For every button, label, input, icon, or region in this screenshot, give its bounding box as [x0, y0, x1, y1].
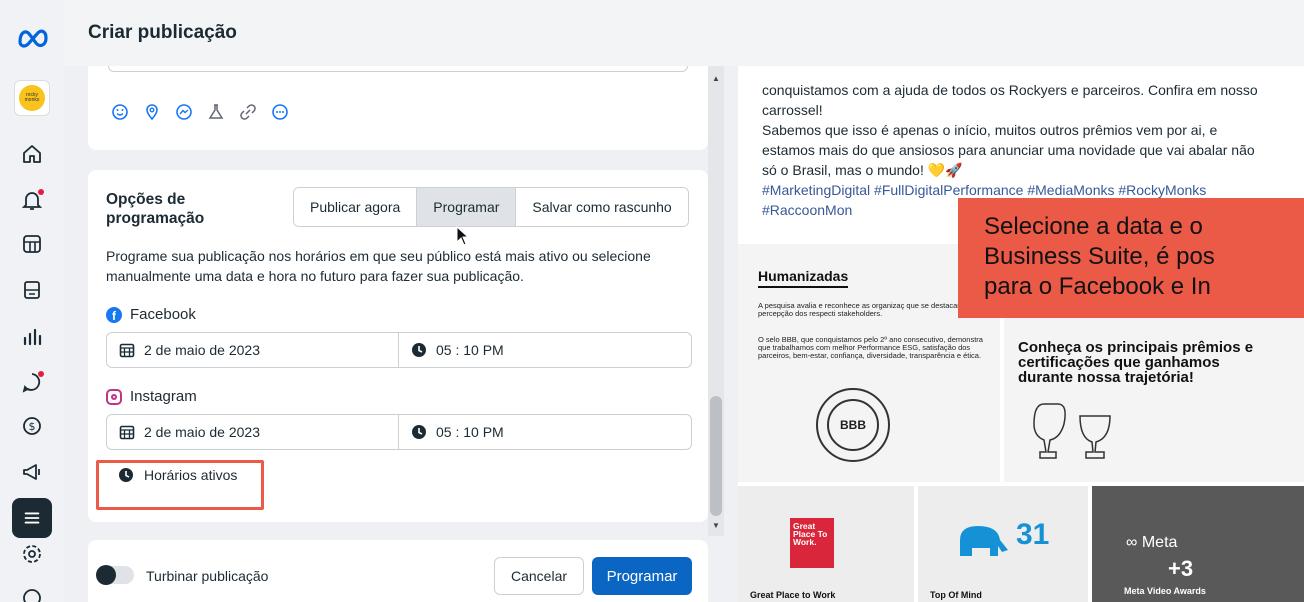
monetization-icon[interactable]: $ [20, 414, 44, 438]
facebook-date-value: 2 de maio de 2023 [144, 342, 260, 358]
top-of-mind-number: 31 [1016, 518, 1050, 551]
caption-line-1: conquistamos com a ajuda de todos os Roc… [762, 82, 1258, 118]
facebook-date-field[interactable]: 2 de maio de 2023 [107, 333, 399, 367]
active-hours-highlight [96, 460, 264, 510]
tutorial-overlay-text: Selecione a data e o Business Suite, é p… [984, 213, 1215, 300]
ads-icon[interactable] [20, 460, 44, 484]
top-of-mind-tile[interactable]: 31 Top Of Mind [918, 486, 1088, 602]
more-slides-count: +3 [1168, 556, 1194, 581]
facebook-icon: f [106, 306, 122, 323]
page-avatar[interactable]: rocky monks [14, 80, 50, 116]
svg-text:$: $ [29, 420, 36, 433]
instagram-date-value: 2 de maio de 2023 [144, 424, 260, 440]
meta-awards-tile[interactable]: ∞ Meta +3 Meta Video Awards [1092, 486, 1304, 602]
scroll-up-icon[interactable]: ▲ [712, 74, 720, 83]
home-icon[interactable] [20, 142, 44, 166]
top-of-mind-caption: Top Of Mind [930, 590, 982, 600]
instagram-date-field[interactable]: 2 de maio de 2023 [107, 415, 399, 449]
instagram-time-value: 05 : 10 PM [436, 424, 504, 440]
settings-icon[interactable] [20, 542, 44, 566]
inbox-icon[interactable] [20, 370, 44, 394]
messenger-icon[interactable] [174, 102, 194, 122]
insights-icon[interactable] [20, 324, 44, 348]
avatar-logo: rocky monks [19, 85, 45, 111]
planner-icon[interactable] [20, 278, 44, 302]
scheduling-title: Opções de programação [106, 191, 205, 227]
clock-icon [412, 343, 426, 357]
boost-toggle[interactable] [96, 565, 134, 585]
form-scrollbar[interactable]: ▲ ▼ [708, 66, 724, 536]
gptw-caption: Great Place to Work [750, 590, 836, 600]
bbb-seal-icon: BBB [816, 388, 890, 462]
cancel-button[interactable]: Cancelar [494, 557, 584, 595]
calendar-icon [119, 425, 135, 440]
publish-now-button[interactable]: Publicar agora [294, 188, 418, 226]
emoji-icon[interactable] [110, 102, 130, 122]
humanizadas-text-2: O selo BBB, que conquistamos pelo 2º ano… [758, 335, 983, 360]
help-icon[interactable] [20, 586, 44, 602]
clock-icon [412, 425, 426, 439]
content-icon[interactable] [20, 232, 44, 256]
instagram-section-label: Instagram [106, 388, 197, 405]
facebook-datetime-row: 2 de maio de 2023 05 : 10 PM [106, 332, 692, 368]
meta-logo-text: ∞ Meta [1126, 534, 1178, 551]
instagram-icon [106, 388, 122, 405]
bbb-label: BBB [827, 399, 879, 451]
facebook-label: Facebook [130, 306, 196, 323]
form-footer: Turbinar publicação Cancelar Programar [88, 540, 708, 602]
scrollbar-thumb[interactable] [710, 396, 722, 516]
instagram-time-field[interactable]: 05 : 10 PM [399, 415, 504, 449]
calendar-icon [119, 343, 135, 358]
text-input-bottom[interactable] [108, 66, 688, 72]
inbox-badge [38, 371, 44, 377]
meta-awards-caption: Meta Video Awards [1124, 586, 1206, 596]
post-preview: conquistamos com a ajuda de todos os Roc… [738, 66, 1304, 602]
schedule-submit-button[interactable]: Programar [592, 557, 692, 595]
link-icon[interactable] [238, 102, 258, 122]
humanizadas-title: Humanizadas [758, 268, 849, 288]
lab-icon[interactable] [206, 102, 226, 122]
composer-toolbar [110, 102, 290, 122]
save-draft-button[interactable]: Salvar como rascunho [516, 188, 688, 226]
publish-mode-selector: Publicar agora Programar Salvar como ras… [293, 187, 689, 227]
scroll-down-icon[interactable]: ▼ [712, 521, 720, 530]
facebook-section-label: f Facebook [106, 306, 196, 323]
meta-logo-icon[interactable] [16, 26, 50, 48]
gptw-tile[interactable]: Great Place To Work. Great Place to Work [738, 486, 914, 602]
facebook-time-value: 05 : 10 PM [436, 342, 504, 358]
menu-icon[interactable] [12, 498, 52, 538]
instagram-label: Instagram [130, 388, 197, 405]
page-title: Criar publicação [88, 22, 237, 43]
humanizadas-text-1: A pesquisa avalia e reconhece as organiz… [758, 301, 974, 318]
instagram-datetime-row: 2 de maio de 2023 05 : 10 PM [106, 414, 692, 450]
notifications-icon[interactable] [20, 188, 44, 212]
left-navigation-rail: rocky monks $ [0, 0, 64, 602]
tutorial-overlay-banner: Selecione a data e o Business Suite, é p… [958, 198, 1304, 318]
gptw-badge: Great Place To Work. [790, 518, 834, 568]
composer-card [88, 66, 708, 150]
boost-label: Turbinar publicação [146, 568, 269, 584]
elephant-icon [960, 526, 1008, 556]
awards-intro-text: Conheça os principais prêmios e certific… [1018, 339, 1254, 386]
notification-badge [38, 189, 44, 195]
facebook-time-field[interactable]: 05 : 10 PM [399, 333, 504, 367]
mouse-cursor-icon [456, 226, 470, 246]
scheduling-description: Programe sua publicação nos horários em … [106, 248, 651, 284]
schedule-option-button[interactable]: Programar [417, 188, 517, 226]
caption-line-2: Sabemos que isso é apenas o início, muit… [762, 122, 1255, 178]
location-icon[interactable] [142, 102, 162, 122]
trophy-icon [1033, 403, 1111, 459]
more-icon[interactable] [270, 102, 290, 122]
page-header: Criar publicação [64, 0, 1304, 66]
